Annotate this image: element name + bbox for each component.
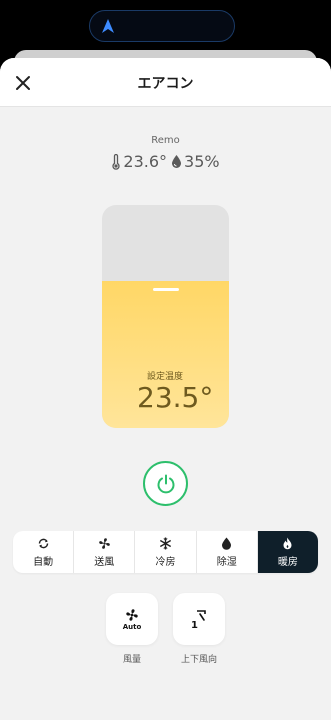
device-name: Remo [151,135,180,146]
temperature-slider[interactable]: 設定温度 23.5° [102,205,229,428]
flame-icon [283,537,292,549]
mode-auto[interactable]: 自動 [13,531,75,573]
temperature-reading: 23.6° [111,152,167,171]
page-title: エアコン [137,76,194,92]
humidity-droplet-icon [172,155,182,168]
mode-label: 送風 [94,556,115,568]
mode-heat[interactable]: 暖房 [257,531,318,573]
vertical-louver-button[interactable]: 1 [173,593,225,645]
fan-speed-display: Auto [122,608,142,631]
temperature-value: 23.6° [123,152,168,171]
mode-selector: 自動 送風 冷房 除湿 暖房 [13,531,318,573]
header: エアコン [0,58,331,107]
navigation-arrow-icon [102,19,114,33]
mode-fan[interactable]: 送風 [74,531,136,573]
location-status-pill[interactable] [89,10,235,42]
mode-label: 暖房 [277,556,298,568]
fan-speed-button[interactable]: Auto [106,593,158,645]
mode-cool[interactable]: 冷房 [135,531,197,573]
mode-dry[interactable]: 除湿 [197,531,258,573]
mode-label: 除湿 [216,556,237,568]
power-icon [157,474,174,493]
power-button[interactable] [143,461,188,506]
temperature-slider-handle[interactable] [152,288,179,291]
droplet-icon [222,537,232,550]
mode-label: 冷房 [155,556,176,568]
aircon-sheet: エアコン Remo 23.6° 35% 設定温度 23.5° 自動 送風 冷房 … [0,58,331,720]
thermometer-icon [112,153,121,170]
sensor-readings: 23.6° 35% [0,152,331,171]
fan-speed-value: Auto [122,622,142,631]
fan-speed-label: 風量 [122,655,141,665]
louver-position-value: 1 [191,620,198,631]
humidity-value: 35% [184,152,220,171]
humidity-reading: 35% [171,152,220,171]
fan-icon [126,608,138,621]
snowflake-icon [159,537,172,549]
mode-label: 自動 [33,556,54,568]
vertical-louver-label: 上下風向 [180,655,217,665]
fan-icon [98,537,110,549]
setpoint-value: 23.5° [137,381,214,414]
auto-mode-icon [38,538,48,548]
louver-direction-icon: 1 [191,610,206,631]
